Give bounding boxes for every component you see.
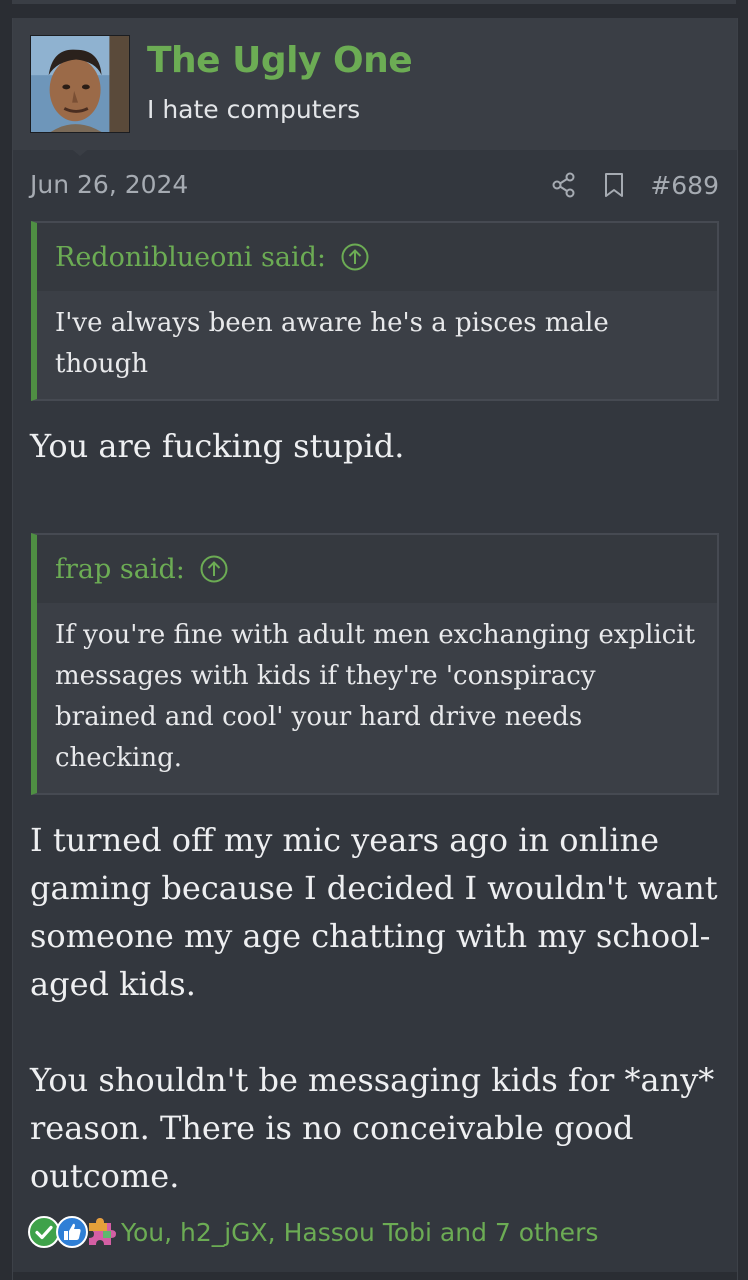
forum-post: The Ugly One I hate computers Jun 26, 20… xyxy=(12,18,738,1280)
avatar-caret xyxy=(68,146,92,156)
reaction-icons xyxy=(27,1215,116,1249)
puzzle-reaction-icon xyxy=(89,1218,116,1245)
avatar[interactable] xyxy=(30,35,130,133)
user-title: I hate computers xyxy=(147,95,361,124)
post-body-text: You shouldn't be messaging kids for *any… xyxy=(30,1061,715,1195)
jump-to-quote-icon[interactable] xyxy=(199,554,229,584)
post-body-text: You are fucking stupid. xyxy=(30,427,405,465)
jump-to-quote-icon[interactable] xyxy=(340,242,370,272)
post-number[interactable]: #689 xyxy=(650,171,719,200)
reactions-summary[interactable]: You, h2_jGX, Hassou Tobi and 7 others xyxy=(121,1218,598,1247)
post-actions: #689 xyxy=(550,168,719,202)
quote-header[interactable]: frap said: xyxy=(37,535,717,603)
avatar-portrait-icon xyxy=(31,36,129,132)
quote-block: Redoniblueoni said: I've always been awa… xyxy=(31,221,719,401)
post-date[interactable]: Jun 26, 2024 xyxy=(30,170,188,199)
quote-author[interactable]: frap said: xyxy=(55,554,185,585)
quote-block: frap said: If you're fine with adult men… xyxy=(31,533,719,795)
post-divider xyxy=(13,1272,737,1280)
username[interactable]: The Ugly One xyxy=(147,40,413,81)
quote-author[interactable]: Redoniblueoni said: xyxy=(55,242,326,273)
top-strip xyxy=(0,0,748,18)
bookmark-icon[interactable] xyxy=(600,171,628,199)
quote-header[interactable]: Redoniblueoni said: xyxy=(37,223,717,291)
reactions-bar[interactable]: You, h2_jGX, Hassou Tobi and 7 others xyxy=(27,1214,598,1250)
quote-text: I've always been aware he's a pisces mal… xyxy=(37,291,717,399)
post-body-text: I turned off my mic years ago in online … xyxy=(30,821,718,1003)
share-icon[interactable] xyxy=(550,171,578,199)
quote-text: If you're fine with adult men exchanging… xyxy=(37,603,717,793)
post-user-header: The Ugly One I hate computers xyxy=(13,18,737,156)
